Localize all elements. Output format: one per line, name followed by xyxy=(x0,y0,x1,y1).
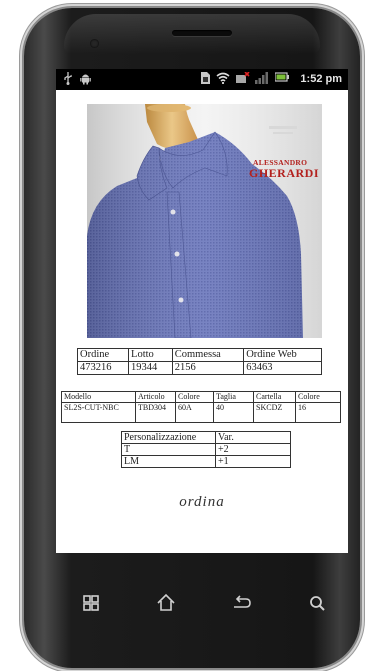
value-cell: TBD304 xyxy=(135,402,176,423)
header-cell: Var. xyxy=(215,431,291,444)
home-icon[interactable] xyxy=(153,590,179,616)
header-cell: Cartella xyxy=(253,391,296,403)
navigation-bar xyxy=(56,580,348,624)
header-cell: Taglia xyxy=(213,391,254,403)
table-row: 473216 19344 2156 63463 xyxy=(76,361,322,375)
value-cell: 16 xyxy=(295,402,341,423)
table-row: Personalizzazione Var. xyxy=(121,431,291,444)
back-icon[interactable] xyxy=(228,590,254,616)
header-cell: Colore xyxy=(175,391,214,403)
value-cell: 19344 xyxy=(128,361,173,375)
header-cell: Lotto xyxy=(128,348,173,362)
table-row: LM +1 xyxy=(121,455,291,468)
screen: 1:52 pm ALESSANDRO GHERARDI Ordine Lotto… xyxy=(56,69,348,553)
header-cell: Personalizzazione xyxy=(121,431,216,444)
status-time: 1:52 pm xyxy=(300,73,342,85)
article-info-table: Modello Articolo Colore Taglia Cartella … xyxy=(61,391,341,423)
product-image: ALESSANDRO GHERARDI xyxy=(87,104,322,338)
recent-apps-icon[interactable] xyxy=(78,590,104,616)
header-cell: Modello xyxy=(61,391,136,403)
table-row: T +2 xyxy=(121,443,291,456)
table-row: Modello Articolo Colore Taglia Cartella … xyxy=(61,391,341,403)
value-cell: SKCDZ xyxy=(253,402,296,423)
table-row: Ordine Lotto Commessa Ordine Web xyxy=(76,348,322,362)
order-detail-page: ALESSANDRO GHERARDI Ordine Lotto Commess… xyxy=(56,90,348,553)
value-cell: 473216 xyxy=(76,361,130,375)
value-cell: 40 xyxy=(213,402,254,423)
status-bar: 1:52 pm xyxy=(56,69,348,90)
value-cell: 60A xyxy=(175,402,214,423)
brand-name-last: GHERARDI xyxy=(249,166,320,180)
wifi-icon xyxy=(216,72,230,88)
battery-icon xyxy=(274,72,289,86)
header-cell: Ordine Web xyxy=(243,348,322,362)
value-cell: +1 xyxy=(215,455,291,468)
value-cell: SL2S-CUT-NBC xyxy=(61,402,136,423)
usb-icon xyxy=(64,72,72,89)
earpiece-speaker xyxy=(172,30,232,36)
android-debug-icon xyxy=(80,72,91,89)
value-cell: +2 xyxy=(215,443,291,456)
personalization-table: Personalizzazione Var. T +2 LM +1 xyxy=(121,431,291,468)
sim-card-icon xyxy=(201,72,210,88)
header-cell: Colore xyxy=(295,391,341,403)
search-icon[interactable] xyxy=(304,590,330,616)
header-cell: Ordine xyxy=(76,348,130,362)
table-row: SL2S-CUT-NBC TBD304 60A 40 SKCDZ 16 xyxy=(61,402,341,423)
value-cell: 63463 xyxy=(243,361,322,375)
header-cell: Commessa xyxy=(171,348,245,362)
no-signal-icon xyxy=(236,71,250,88)
value-cell: LM xyxy=(121,455,216,468)
value-cell: T xyxy=(121,443,216,456)
header-cell: Articolo xyxy=(135,391,176,403)
signal-bars-icon xyxy=(255,72,269,88)
order-info-table: Ordine Lotto Commessa Ordine Web 473216 … xyxy=(76,348,322,375)
front-camera xyxy=(90,39,99,48)
value-cell: 2156 xyxy=(171,361,245,375)
order-button[interactable]: ordina xyxy=(56,494,348,511)
